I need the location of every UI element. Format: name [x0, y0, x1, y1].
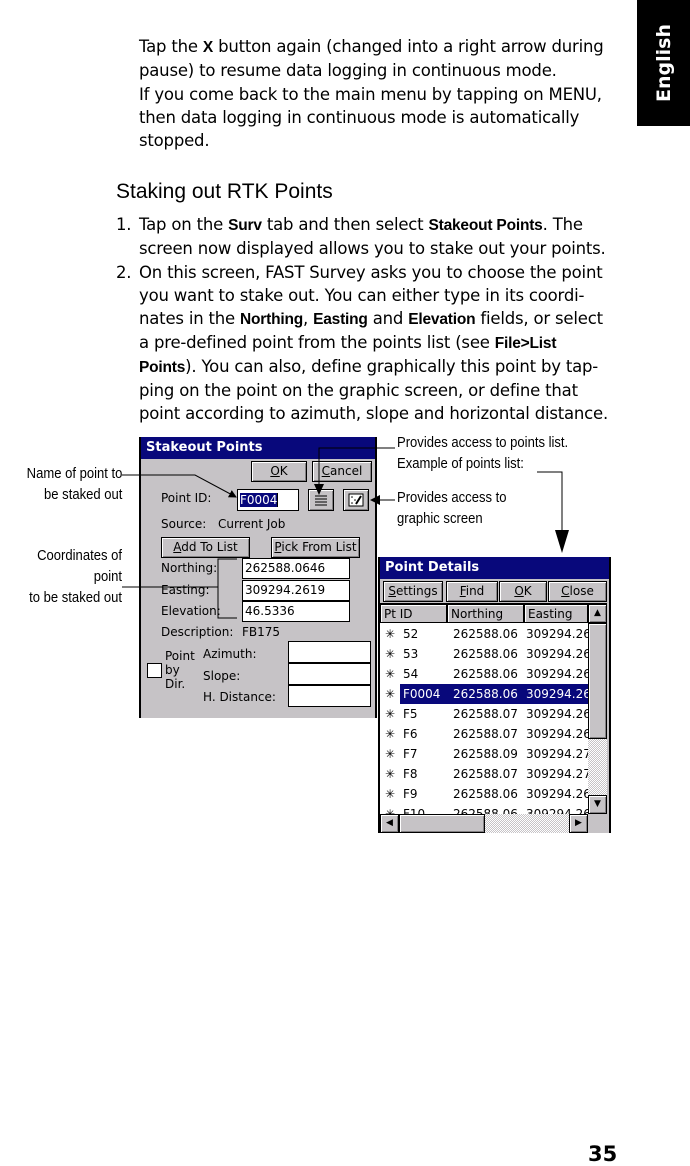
leader-points-list	[318, 447, 395, 491]
leader-example-list	[537, 471, 563, 538]
arrow-example-list	[555, 530, 569, 553]
leader-point-name	[122, 474, 237, 498]
page-number: 35	[588, 1142, 618, 1166]
callout-leader-lines	[122, 447, 569, 619]
arrow-points-list	[314, 484, 324, 495]
arrow-graphic	[370, 495, 380, 505]
coordinates-bracket	[217, 558, 237, 619]
